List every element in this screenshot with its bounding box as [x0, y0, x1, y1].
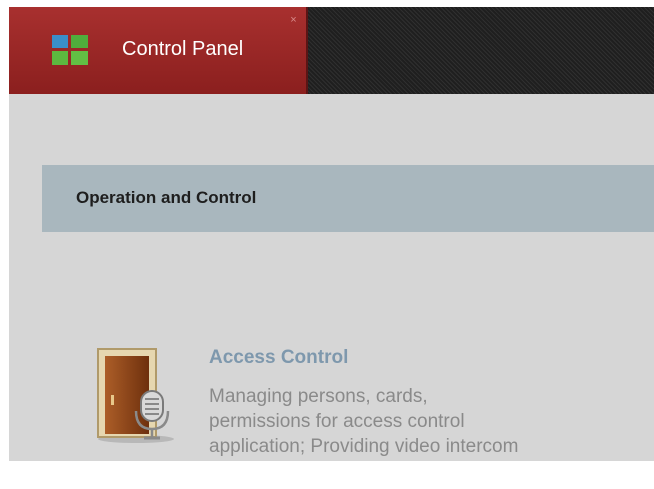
module-description-line: Managing persons, cards, — [209, 386, 428, 407]
close-icon[interactable]: × — [289, 15, 298, 26]
top-bar: Control Panel × — [9, 7, 654, 94]
module-title: Access Control — [209, 347, 349, 368]
section-header: Operation and Control — [42, 165, 654, 232]
module-description-line: permissions for access control — [209, 411, 465, 432]
grid-icon — [52, 35, 88, 65]
client-window: Control Panel × Operation and Control Ac… — [9, 7, 654, 461]
module-description: Managing persons, cards, permissions for… — [209, 384, 629, 459]
module-access-control[interactable]: Access Control Managing persons, cards, … — [86, 337, 626, 461]
tab-label: Control Panel — [122, 38, 244, 60]
module-description-line: application; Providing video intercom — [209, 436, 519, 457]
tab-control-panel[interactable]: Control Panel × — [9, 7, 308, 94]
section-title: Operation and Control — [76, 188, 257, 207]
door-intercom-icon — [97, 348, 174, 443]
